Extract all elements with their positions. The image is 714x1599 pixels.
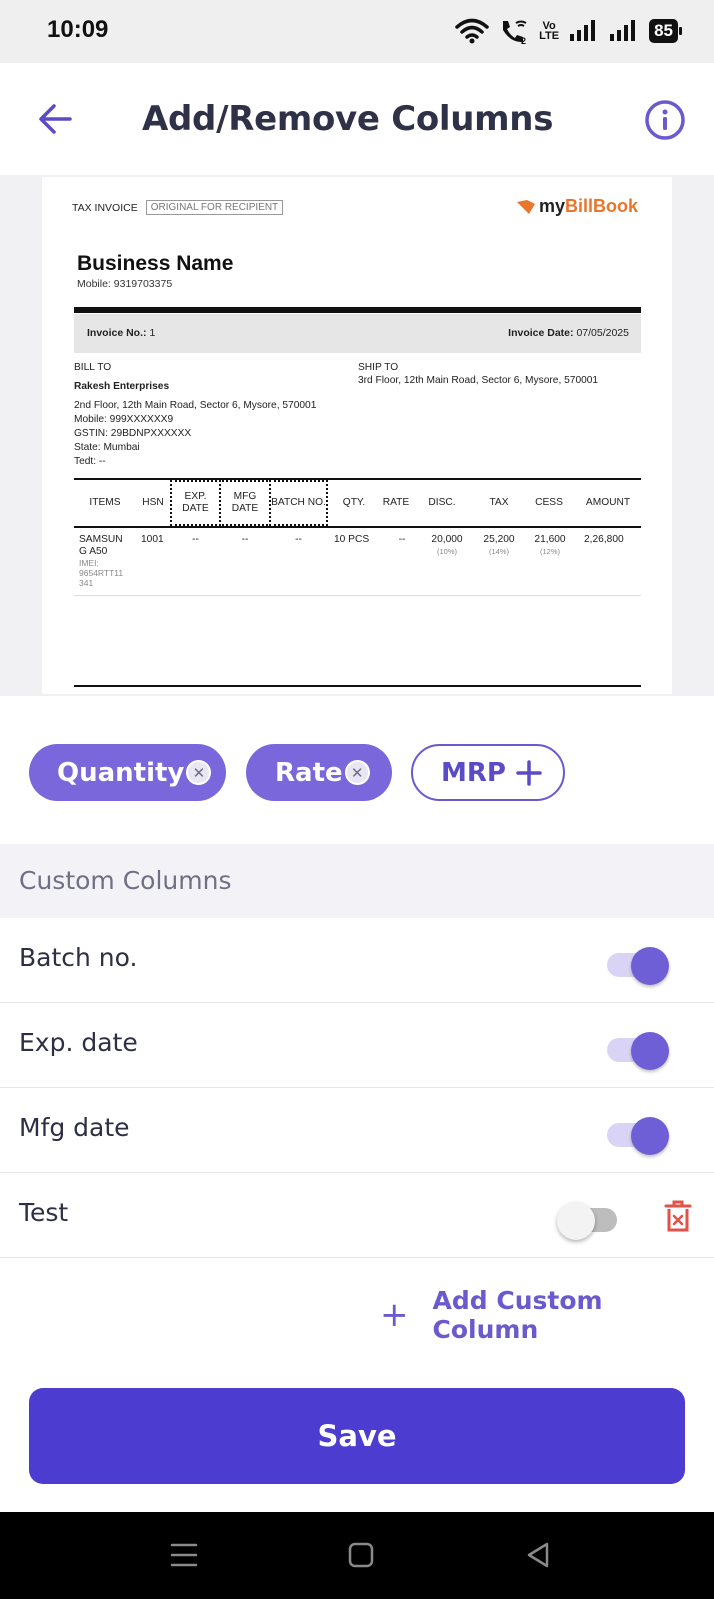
toggle-exp-date[interactable] xyxy=(605,1030,669,1070)
close-icon[interactable]: ✕ xyxy=(344,760,370,785)
trash-icon xyxy=(664,1200,692,1232)
row-disc: 20,000 (10%) xyxy=(431,534,463,556)
toggle-test[interactable] xyxy=(557,1200,621,1240)
close-icon[interactable]: ✕ xyxy=(186,760,212,785)
status-icons: 2 Vo LTE 85 xyxy=(455,16,682,46)
business-mobile: Mobile: 9319703375 xyxy=(77,278,173,290)
custom-columns-header: Custom Columns xyxy=(0,844,714,918)
col-exp-date: EXP. DATE xyxy=(170,480,221,526)
col-items: ITEMS xyxy=(89,497,121,508)
row-exp-date: -- xyxy=(192,534,199,545)
mybillbook-logo: my BillBook xyxy=(516,196,638,217)
status-time: 10:09 xyxy=(47,16,109,43)
row-amount: 2,26,800 xyxy=(584,534,624,545)
invoice-preview-area: TAX INVOICE ORIGINAL FOR RECIPIENT my Bil… xyxy=(0,175,714,694)
volte-indicator: Vo LTE xyxy=(539,20,560,42)
wifi-icon xyxy=(455,18,489,44)
status-bar: 10:09 2 Vo LTE 85 xyxy=(0,0,714,63)
row-cess: 21,600 (12%) xyxy=(534,534,566,556)
signal-icon xyxy=(570,20,596,41)
col-amount: AMOUNT xyxy=(585,497,631,508)
custom-column-row: Mfg date xyxy=(0,1088,714,1173)
logo-icon xyxy=(516,199,535,214)
add-custom-column-button[interactable]: + Add Custom Column xyxy=(380,1286,714,1344)
plus-icon xyxy=(516,759,542,786)
wifi-calling-icon: 2 xyxy=(503,20,527,44)
delete-button[interactable] xyxy=(663,1199,693,1233)
row-hsn: 1001 xyxy=(141,534,164,545)
back-nav-icon[interactable] xyxy=(521,1538,555,1572)
custom-column-row: Test xyxy=(0,1173,714,1258)
business-name: Business Name xyxy=(77,252,234,275)
row-qty: 10 PCS xyxy=(334,534,370,545)
menu-icon[interactable] xyxy=(167,1538,201,1572)
chip-rate[interactable]: Rate ✕ xyxy=(246,744,392,801)
info-button[interactable] xyxy=(644,99,686,141)
invoice-date: 07/05/2025 xyxy=(576,327,629,339)
tax-invoice-label: TAX INVOICE xyxy=(72,201,138,214)
back-button[interactable] xyxy=(34,98,76,140)
system-nav-bar xyxy=(0,1512,714,1599)
custom-columns-title: Custom Columns xyxy=(19,866,232,895)
battery-indicator: 85 xyxy=(649,19,682,43)
invoice-meta-band: Invoice No.: 1 Invoice Date: 07/05/2025 xyxy=(74,314,641,353)
row-mfg-date: -- xyxy=(241,534,249,545)
col-disc: DISC. xyxy=(428,497,456,508)
app-header: Add/Remove Columns xyxy=(0,63,714,175)
col-tax: TAX xyxy=(489,497,509,508)
col-qty: QTY. xyxy=(342,497,366,508)
original-tag: ORIGINAL FOR RECIPIENT xyxy=(145,200,284,215)
col-hsn: HSN xyxy=(142,497,164,508)
save-button[interactable]: Save xyxy=(29,1388,685,1484)
col-mfg-date: MFG DATE xyxy=(219,480,271,526)
ship-to-section: SHIP TO 3rd Floor, 12th Main Road, Secto… xyxy=(358,362,599,386)
chip-mrp[interactable]: MRP xyxy=(411,744,565,801)
home-icon[interactable] xyxy=(344,1538,378,1572)
custom-column-row: Exp. date xyxy=(0,1003,714,1088)
row-rate: -- xyxy=(398,534,406,545)
bill-to-section: BILL TO Rakesh Enterprises 2nd Floor, 12… xyxy=(74,362,317,467)
invoice-number: 1 xyxy=(149,327,156,339)
page-title: Add/Remove Columns xyxy=(142,99,554,139)
signal-icon-2 xyxy=(610,20,636,41)
divider xyxy=(74,307,641,313)
row-tax: 25,200 (14%) xyxy=(483,534,515,556)
custom-column-row: Batch no. xyxy=(0,918,714,1003)
row-batch-no: -- xyxy=(295,534,302,545)
plus-icon: + xyxy=(380,1295,409,1335)
toggle-batch-no[interactable] xyxy=(605,945,669,985)
info-icon xyxy=(645,100,685,140)
arrow-left-icon xyxy=(39,104,72,134)
row-item: SAMSUN G A50 IMEI: 9654RTT11 341 xyxy=(79,534,124,588)
col-cess: CESS xyxy=(535,497,563,508)
chip-quantity[interactable]: Quantity ✕ xyxy=(29,744,226,801)
toggle-mfg-date[interactable] xyxy=(605,1115,669,1155)
svg-text:2: 2 xyxy=(521,36,526,44)
invoice-preview: TAX INVOICE ORIGINAL FOR RECIPIENT my Bil… xyxy=(42,177,672,694)
col-rate: RATE xyxy=(382,497,410,508)
column-chips: Quantity ✕ Rate ✕ MRP xyxy=(0,694,714,844)
col-batch-no: BATCH NO. xyxy=(269,480,328,526)
